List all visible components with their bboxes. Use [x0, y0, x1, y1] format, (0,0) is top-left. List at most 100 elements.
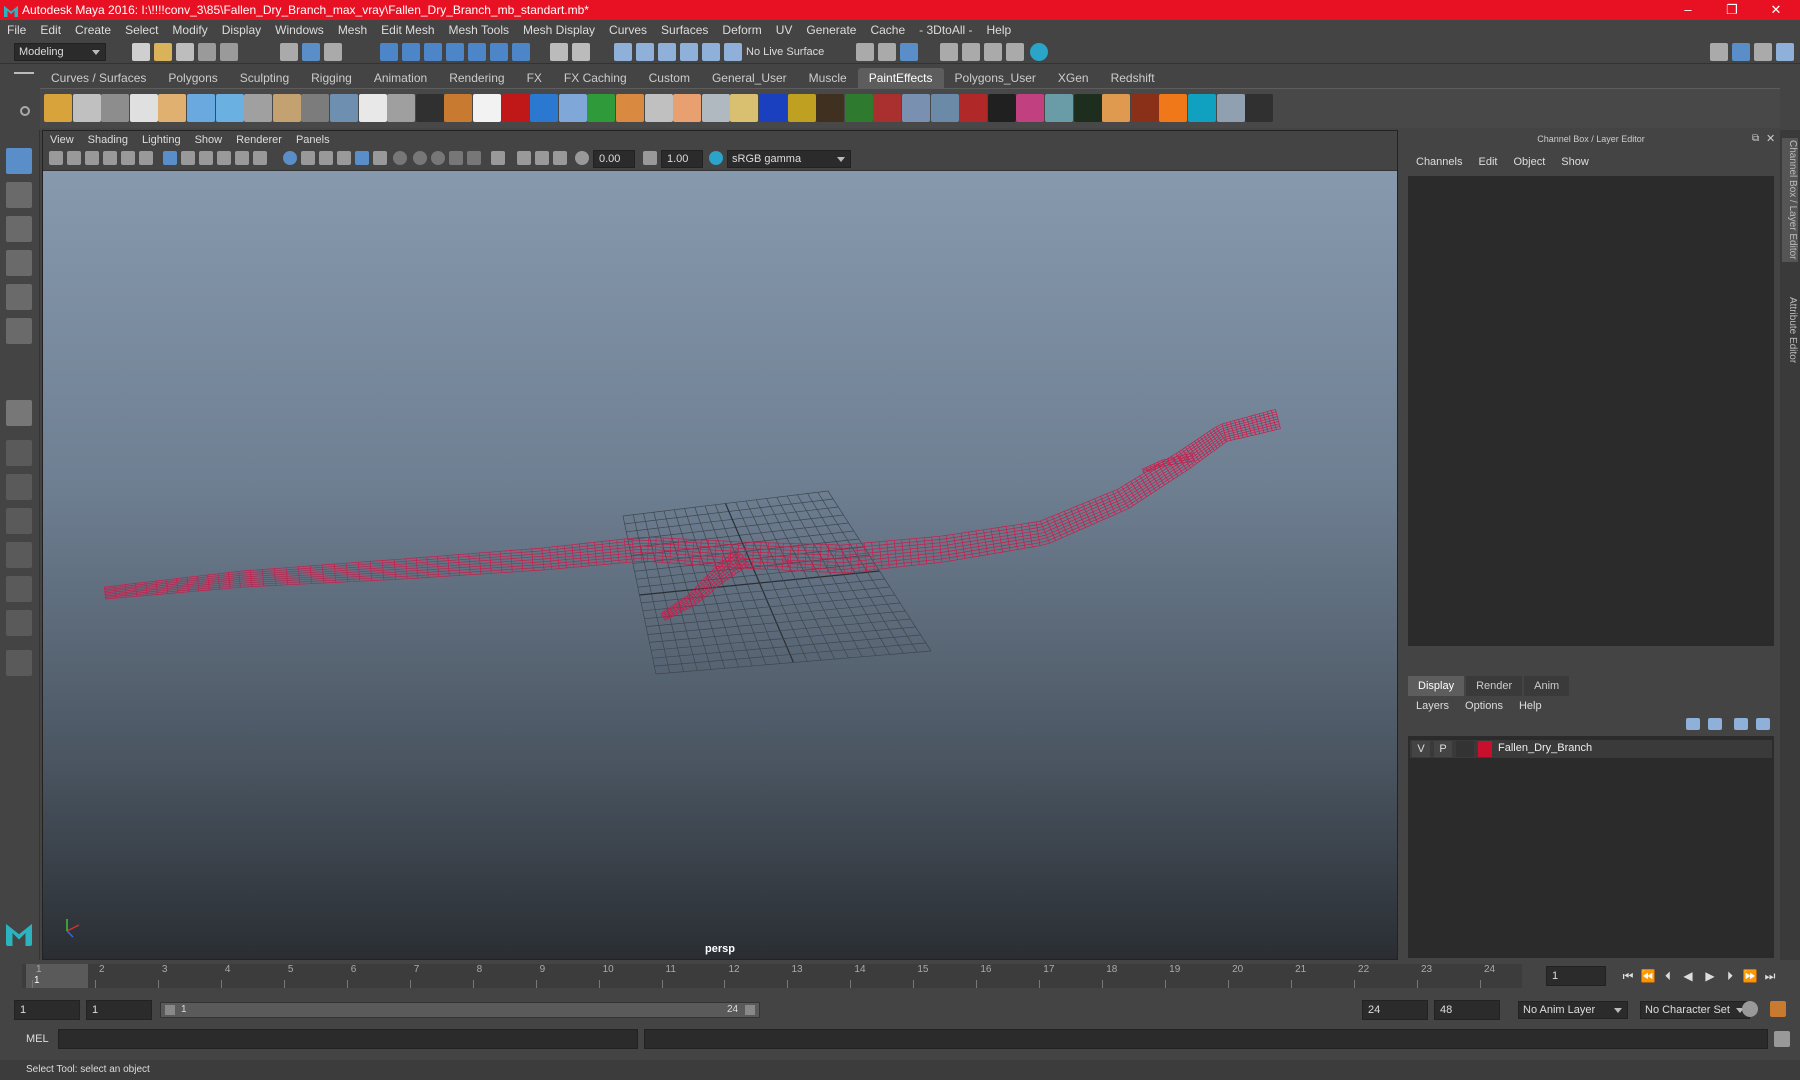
color-space-dropdown[interactable]: sRGB gamma — [727, 150, 851, 168]
shelf-tool-icon-7[interactable] — [215, 94, 244, 122]
xray-active-icon[interactable] — [535, 151, 549, 165]
step-back-key-icon[interactable]: ⏪ — [1640, 968, 1656, 984]
shelf-tool-icon-22[interactable] — [644, 94, 673, 122]
shelf-tool-icon-30[interactable] — [873, 94, 902, 122]
2d-pan-zoom-icon[interactable] — [121, 151, 135, 165]
shelf-tool-icon-12[interactable] — [358, 94, 387, 122]
gate-mask-icon[interactable] — [217, 151, 231, 165]
exposure-field[interactable]: 0.00 — [593, 150, 635, 168]
go-to-end-icon[interactable]: ⏭ — [1762, 968, 1778, 984]
select-tool-icon[interactable] — [6, 148, 32, 174]
shelf-tool-icon-10[interactable] — [301, 94, 330, 122]
menu-windows[interactable]: Windows — [268, 23, 331, 37]
menu-surfaces[interactable]: Surfaces — [654, 23, 715, 37]
render-frame-icon[interactable] — [878, 43, 896, 61]
safe-action-icon[interactable] — [253, 151, 267, 165]
auto-key-icon[interactable] — [1742, 1001, 1758, 1017]
tab-rendering[interactable]: Rendering — [438, 68, 515, 88]
shelf-tool-icon-29[interactable] — [844, 94, 873, 122]
shelf-tool-icon-14[interactable] — [415, 94, 444, 122]
render-setup-icon[interactable] — [1006, 43, 1024, 61]
layer-color-swatch[interactable] — [1478, 741, 1492, 757]
tab-animation[interactable]: Animation — [363, 68, 438, 88]
shelf-tool-icon-43[interactable] — [1245, 94, 1274, 122]
menu-display[interactable]: Display — [215, 23, 268, 37]
shelf-tool-icon-37[interactable] — [1073, 94, 1102, 122]
viewport-menu-renderer[interactable]: Renderer — [229, 134, 289, 146]
make-live-icon[interactable] — [680, 43, 698, 61]
tab-polygons[interactable]: Polygons — [157, 68, 228, 88]
exposure-icon[interactable] — [575, 151, 589, 165]
smooth-shade-icon[interactable] — [301, 151, 315, 165]
render-view-icon[interactable] — [984, 43, 1002, 61]
shelf-tool-icon-4[interactable] — [129, 94, 158, 122]
tab-redshift[interactable]: Redshift — [1100, 68, 1166, 88]
sphere-render-icon[interactable] — [1030, 43, 1048, 61]
grease-pencil-icon[interactable] — [139, 151, 153, 165]
menu-set-dropdown[interactable]: Modeling — [14, 43, 106, 61]
tab-polygons-user[interactable]: Polygons_User — [944, 68, 1047, 88]
ipr-render-icon[interactable] — [900, 43, 918, 61]
hypershade-icon[interactable] — [962, 43, 980, 61]
shelf-tool-icon-19[interactable] — [558, 94, 587, 122]
animation-preferences-icon[interactable] — [1770, 1001, 1786, 1017]
options-menu[interactable]: Options — [1457, 700, 1511, 712]
shelf-tool-icon-17[interactable] — [501, 94, 530, 122]
shelf-tool-icon-27[interactable] — [787, 94, 816, 122]
menu-create[interactable]: Create — [68, 23, 118, 37]
viewport-3d-view[interactable]: persp — [43, 171, 1397, 959]
outliner-layout-icon[interactable] — [1732, 43, 1750, 61]
current-frame-field[interactable]: 1 — [1546, 966, 1606, 986]
tab-custom[interactable]: Custom — [638, 68, 701, 88]
animation-end-field[interactable]: 48 — [1434, 1000, 1500, 1020]
menu-3dtoall[interactable]: - 3DtoAll - — [912, 23, 979, 37]
bookmark-icon[interactable] — [85, 151, 99, 165]
tab-xgen[interactable]: XGen — [1047, 68, 1100, 88]
select-component-icon[interactable] — [324, 43, 342, 61]
tab-rigging[interactable]: Rigging — [300, 68, 363, 88]
move-tool-icon[interactable] — [6, 250, 32, 276]
textured-icon[interactable] — [337, 151, 351, 165]
tab-render[interactable]: Render — [1466, 676, 1523, 696]
command-input[interactable] — [58, 1029, 638, 1049]
use-all-lights-icon[interactable] — [373, 151, 387, 165]
screen-space-ao-icon[interactable] — [413, 151, 427, 165]
shelf-tool-icon-33[interactable] — [959, 94, 988, 122]
toolsettings-layout-icon[interactable] — [1776, 43, 1794, 61]
persp-outliner-layout-icon[interactable] — [6, 474, 32, 500]
shelf-gear-icon[interactable] — [20, 106, 30, 116]
symmetry-icon[interactable] — [636, 43, 654, 61]
tab-anim[interactable]: Anim — [1524, 676, 1570, 696]
new-layer-selected-icon[interactable] — [1756, 718, 1770, 730]
grid-toggle-icon[interactable] — [163, 151, 177, 165]
history-icon[interactable] — [702, 43, 720, 61]
tab-muscle[interactable]: Muscle — [798, 68, 858, 88]
shelf-tool-icon-20[interactable] — [587, 94, 616, 122]
side-tab-attribute-editor[interactable]: Attribute Editor — [1782, 290, 1798, 370]
menu-edit-mesh[interactable]: Edit Mesh — [374, 23, 441, 37]
snap-surface-icon[interactable] — [468, 43, 486, 61]
layer-playback-toggle[interactable]: P — [1434, 741, 1452, 757]
undo-icon[interactable] — [198, 43, 216, 61]
menu-select[interactable]: Select — [118, 23, 165, 37]
viewport-menu-panels[interactable]: Panels — [289, 134, 337, 146]
field-chart-icon[interactable] — [235, 151, 249, 165]
shelf-tool-icon-36[interactable] — [1045, 94, 1073, 122]
range-start-handle[interactable] — [165, 1005, 175, 1015]
shelf-tool-icon-9[interactable] — [272, 94, 301, 122]
tab-painteffects[interactable]: PaintEffects — [857, 68, 944, 88]
shelf-tool-icon-39[interactable] — [1130, 94, 1159, 122]
shelf-tool-icon-26[interactable] — [759, 94, 787, 122]
shelf-tool-icon-34[interactable] — [987, 94, 1016, 122]
scale-tool-icon[interactable] — [6, 318, 32, 344]
shelf-tool-icon-21[interactable] — [616, 94, 644, 122]
color-management-icon[interactable] — [709, 151, 723, 165]
multisample-aa-icon[interactable] — [449, 151, 463, 165]
shelf-tool-icon-40[interactable] — [1159, 94, 1188, 122]
menu-help[interactable]: Help — [980, 23, 1019, 37]
redo-icon[interactable] — [220, 43, 238, 61]
persp-uv-layout-icon[interactable] — [6, 576, 32, 602]
new-layer-icon[interactable] — [1734, 718, 1748, 730]
shelf-tool-icon-35[interactable] — [1016, 94, 1045, 122]
tab-curves-surfaces[interactable]: Curves / Surfaces — [40, 68, 157, 88]
